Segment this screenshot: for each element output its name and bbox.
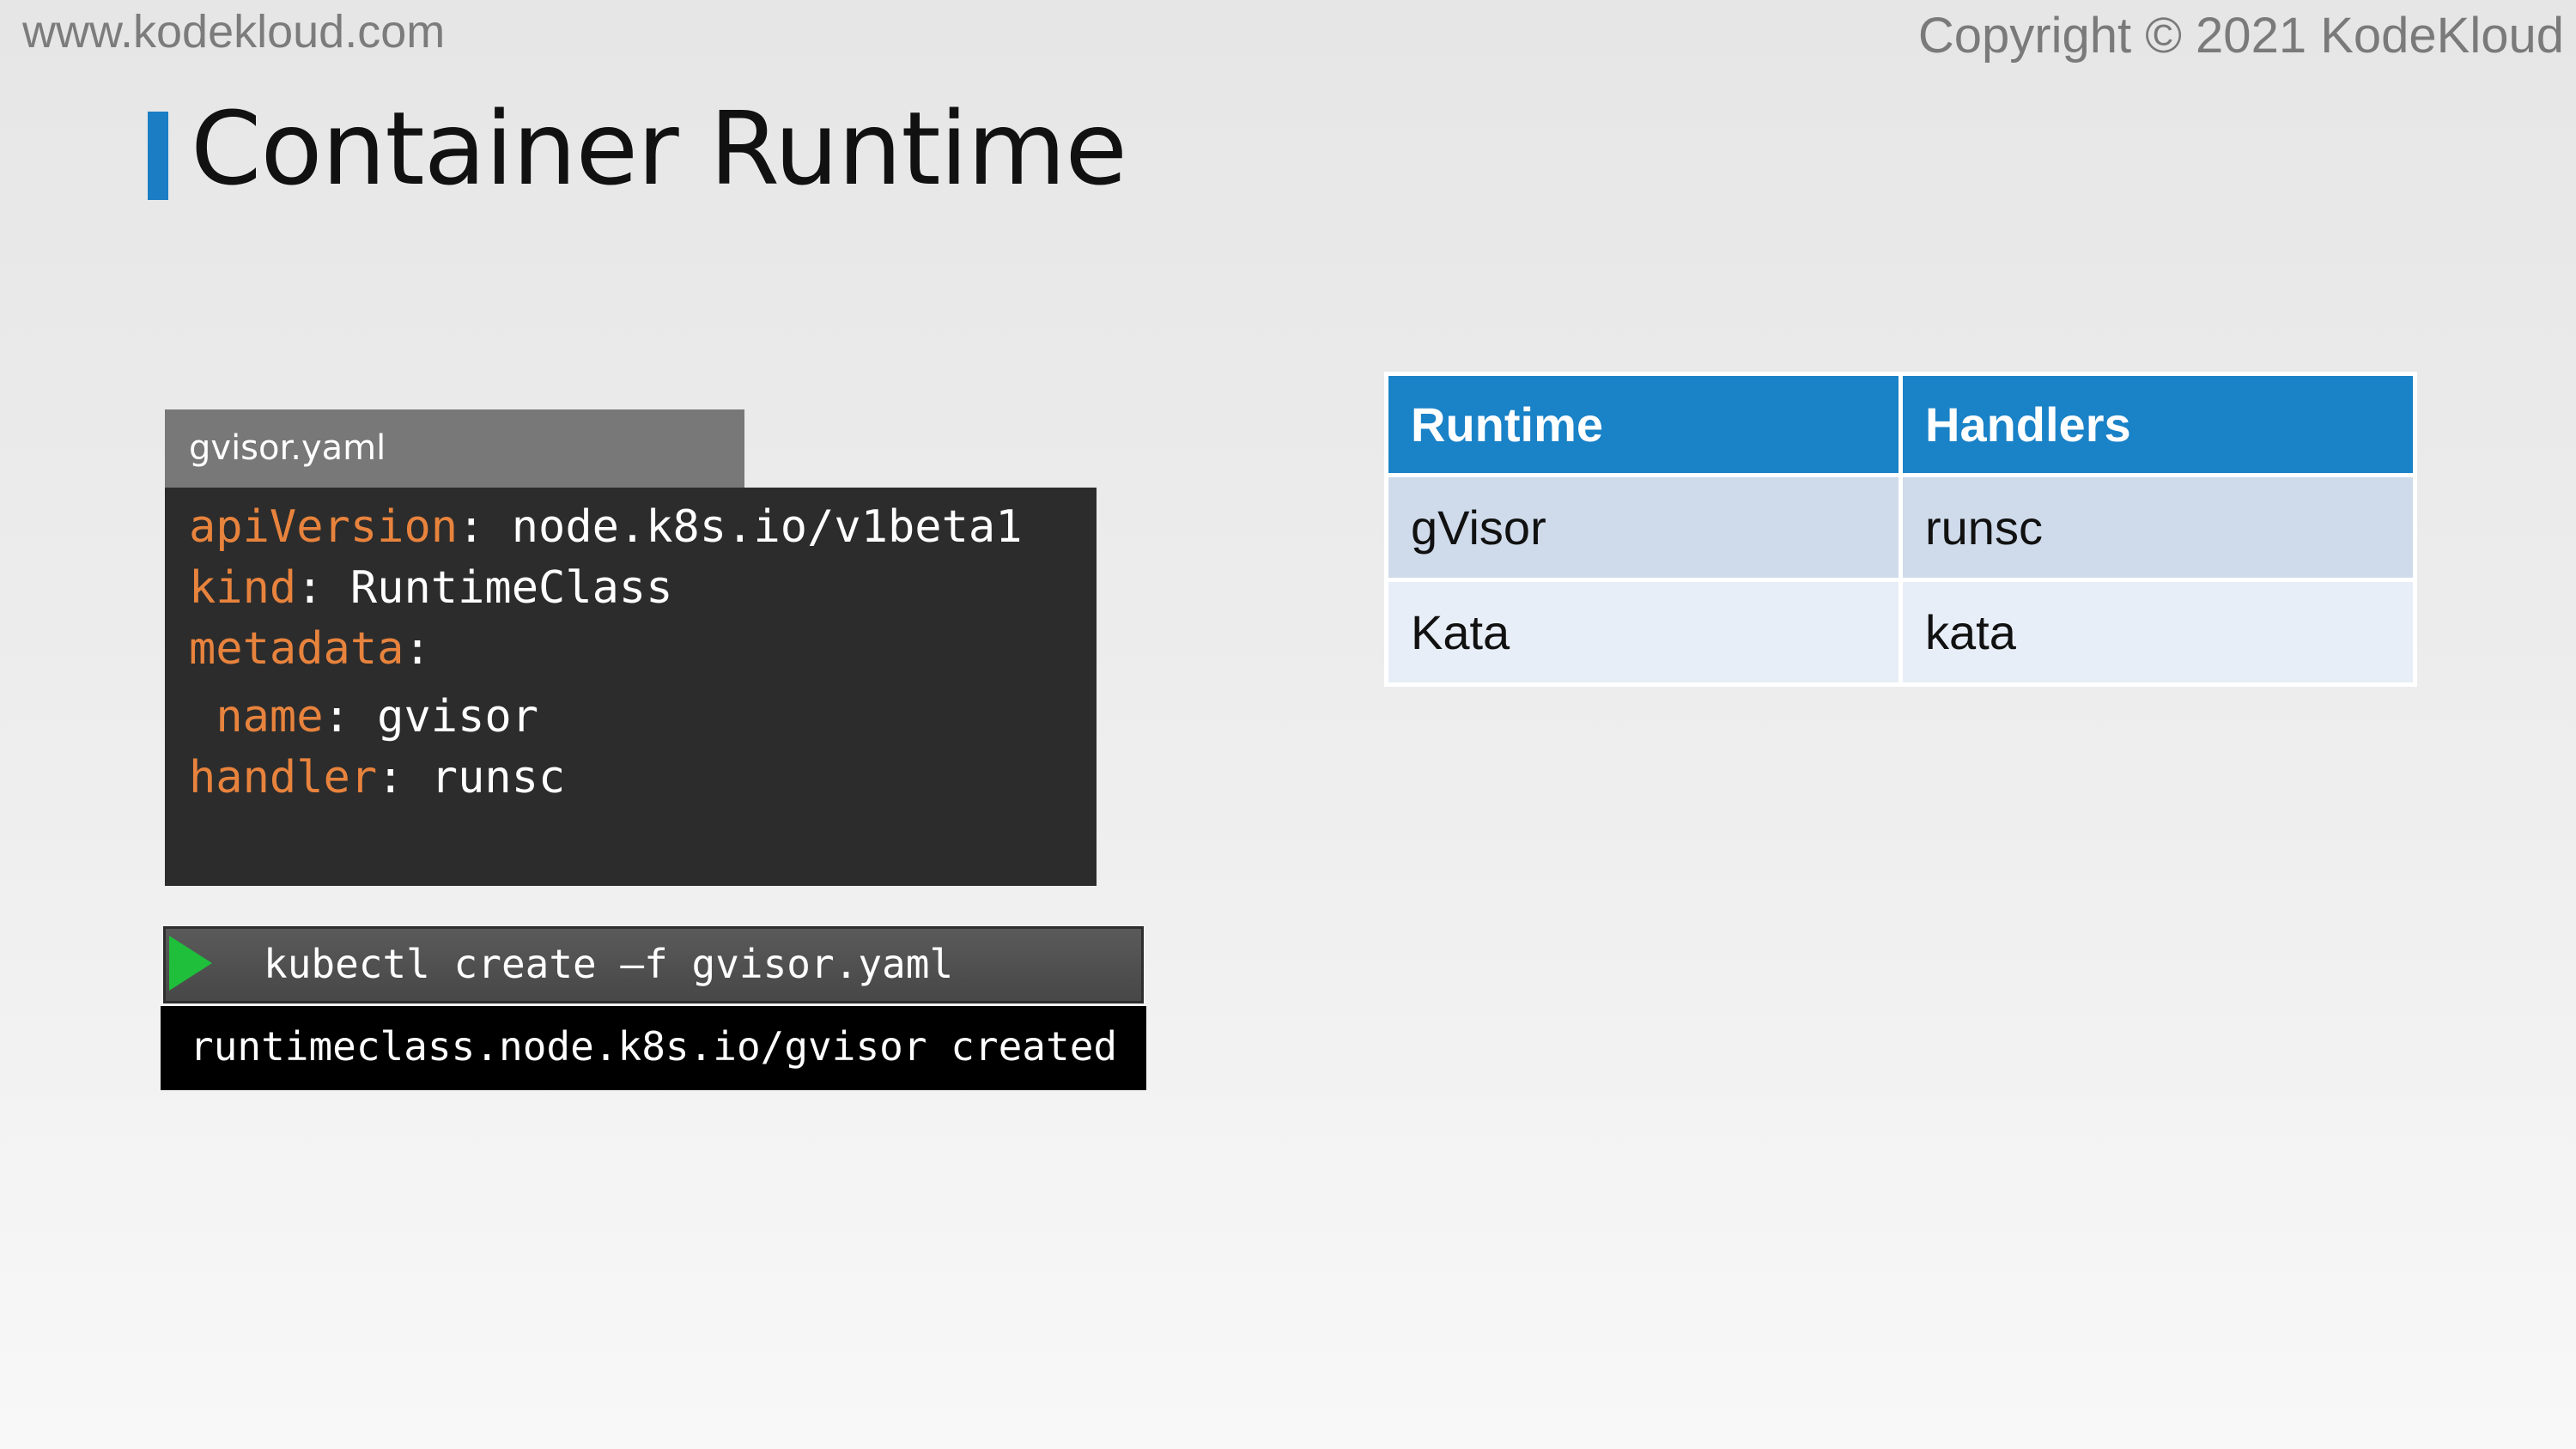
yaml-line: apiVersion: node.k8s.io/v1beta1 [189, 501, 1023, 553]
runtime-handlers-table: Runtime Handlers gVisor runsc Kata kata [1384, 372, 2417, 687]
site-url: www.kodekloud.com [22, 6, 446, 58]
yaml-value: node.k8s.io/v1beta1 [511, 501, 1023, 553]
table-row: gVisor runsc [1384, 473, 2417, 582]
table-cell-handler: kata [1899, 578, 2417, 687]
table-cell-runtime: gVisor [1384, 473, 1903, 582]
yaml-key: metadata [189, 623, 404, 675]
yaml-indent [189, 691, 216, 743]
table-row: Kata kata [1384, 578, 2417, 687]
yaml-filename: gvisor.yaml [189, 428, 386, 468]
yaml-line: name: gvisor [189, 691, 538, 743]
yaml-file-tab: gvisor.yaml [165, 409, 744, 488]
yaml-line: kind: RuntimeClass [189, 562, 673, 614]
command-text: kubectl create –f gvisor.yaml [264, 941, 954, 987]
yaml-key: name [216, 691, 324, 743]
table-cell-handler: runsc [1899, 473, 2417, 582]
table-header-handlers: Handlers [1899, 372, 2417, 477]
yaml-separator: : [404, 623, 431, 675]
yaml-value: runsc [430, 752, 566, 803]
command-output: runtimeclass.node.k8s.io/gvisor created [161, 1006, 1146, 1090]
yaml-key: apiVersion [189, 501, 459, 553]
yaml-value: RuntimeClass [349, 562, 673, 614]
command-bar: kubectl create –f gvisor.yaml [163, 926, 1144, 1003]
yaml-line: metadata: [189, 623, 431, 675]
yaml-value: gvisor [377, 691, 539, 743]
table-header-row: Runtime Handlers [1384, 372, 2417, 477]
copyright-notice: Copyright © 2021 KodeKloud [1917, 8, 2564, 64]
yaml-key: handler [189, 752, 378, 803]
yaml-separator: : [296, 562, 350, 614]
yaml-separator: : [323, 691, 378, 743]
table-cell-runtime: Kata [1384, 578, 1903, 687]
table-header-runtime: Runtime [1384, 372, 1903, 477]
yaml-separator: : [458, 501, 512, 553]
play-triangle-icon [169, 936, 212, 991]
yaml-key: kind [189, 562, 297, 614]
yaml-separator: : [377, 752, 431, 803]
yaml-line: handler: runsc [189, 752, 565, 803]
title-accent-bar [148, 112, 168, 200]
output-text: runtimeclass.node.k8s.io/gvisor created [190, 1023, 1118, 1070]
page-title: Container Runtime [191, 89, 1127, 208]
yaml-code-block: apiVersion: node.k8s.io/v1beta1 kind: Ru… [165, 488, 1097, 886]
